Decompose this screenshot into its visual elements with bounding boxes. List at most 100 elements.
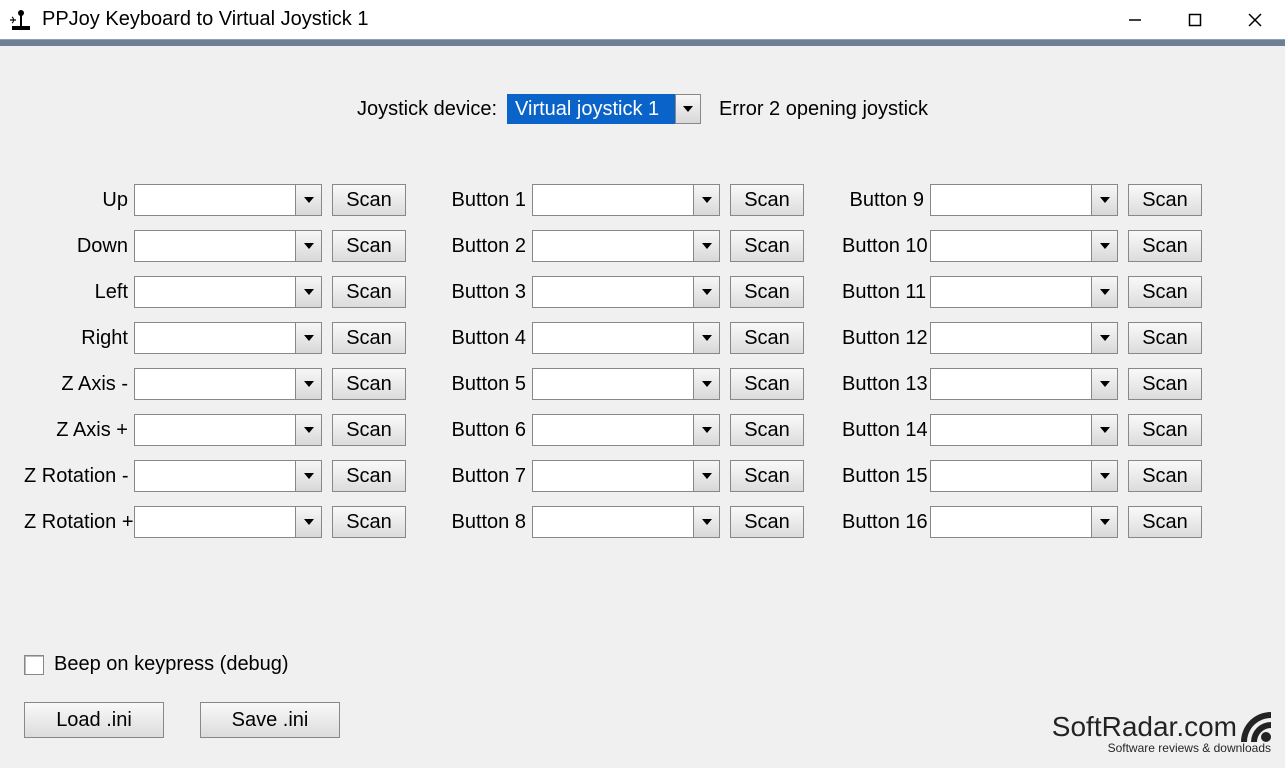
scan-button-button-13[interactable]: Scan — [1128, 368, 1202, 400]
mapping-select-value — [135, 415, 295, 445]
mapping-select-button-2[interactable] — [532, 230, 720, 262]
mapping-select-down[interactable] — [134, 230, 322, 262]
mapping-row-button-8: Button 8Scan — [444, 506, 804, 538]
mapping-row-button-11: Button 11Scan — [842, 276, 1202, 308]
chevron-down-icon[interactable] — [1091, 415, 1117, 445]
minimize-button[interactable] — [1105, 0, 1165, 39]
mapping-select-z-axis[interactable] — [134, 414, 322, 446]
mapping-select-z-axis[interactable] — [134, 368, 322, 400]
beep-checkbox-row[interactable]: Beep on keypress (debug) — [24, 653, 340, 676]
mapping-row-button-10: Button 10Scan — [842, 230, 1202, 262]
chevron-down-icon[interactable] — [693, 323, 719, 353]
chevron-down-icon[interactable] — [295, 277, 321, 307]
mapping-select-button-7[interactable] — [532, 460, 720, 492]
scan-button-button-6[interactable]: Scan — [730, 414, 804, 446]
scan-button-button-9[interactable]: Scan — [1128, 184, 1202, 216]
chevron-down-icon[interactable] — [675, 94, 701, 124]
chevron-down-icon[interactable] — [1091, 369, 1117, 399]
mapping-row-button-5: Button 5Scan — [444, 368, 804, 400]
mapping-select-button-9[interactable] — [930, 184, 1118, 216]
scan-button-left[interactable]: Scan — [332, 276, 406, 308]
chevron-down-icon[interactable] — [693, 415, 719, 445]
chevron-down-icon[interactable] — [1091, 277, 1117, 307]
mapping-select-z-rotation[interactable] — [134, 460, 322, 492]
mapping-label: Z Axis - — [24, 373, 134, 396]
chevron-down-icon[interactable] — [693, 461, 719, 491]
mapping-label: Button 15 — [842, 465, 930, 488]
mapping-select-button-14[interactable] — [930, 414, 1118, 446]
mapping-select-button-1[interactable] — [532, 184, 720, 216]
mapping-select-left[interactable] — [134, 276, 322, 308]
chevron-down-icon[interactable] — [295, 323, 321, 353]
mapping-select-button-5[interactable] — [532, 368, 720, 400]
chevron-down-icon[interactable] — [1091, 507, 1117, 537]
mapping-select-button-3[interactable] — [532, 276, 720, 308]
scan-button-button-3[interactable]: Scan — [730, 276, 804, 308]
chevron-down-icon[interactable] — [295, 415, 321, 445]
mapping-select-up[interactable] — [134, 184, 322, 216]
close-button[interactable] — [1225, 0, 1285, 39]
mapping-select-button-15[interactable] — [930, 460, 1118, 492]
mapping-select-button-6[interactable] — [532, 414, 720, 446]
load-ini-button[interactable]: Load .ini — [24, 702, 164, 738]
chevron-down-icon[interactable] — [693, 185, 719, 215]
mapping-select-z-rotation[interactable] — [134, 506, 322, 538]
device-select[interactable]: Virtual joystick 1 — [507, 94, 701, 124]
titlebar-divider — [0, 40, 1285, 46]
chevron-down-icon[interactable] — [693, 231, 719, 261]
scan-button-up[interactable]: Scan — [332, 184, 406, 216]
mapping-label: Button 6 — [444, 419, 532, 442]
mapping-column-buttons-b: Button 9ScanButton 10ScanButton 11ScanBu… — [842, 184, 1202, 538]
scan-button-button-5[interactable]: Scan — [730, 368, 804, 400]
scan-button-button-1[interactable]: Scan — [730, 184, 804, 216]
chevron-down-icon[interactable] — [295, 185, 321, 215]
mapping-select-right[interactable] — [134, 322, 322, 354]
mapping-select-button-16[interactable] — [930, 506, 1118, 538]
scan-button-button-4[interactable]: Scan — [730, 322, 804, 354]
scan-button-button-16[interactable]: Scan — [1128, 506, 1202, 538]
chevron-down-icon[interactable] — [693, 277, 719, 307]
chevron-down-icon[interactable] — [295, 461, 321, 491]
scan-button-button-11[interactable]: Scan — [1128, 276, 1202, 308]
scan-button-z-axis[interactable]: Scan — [332, 368, 406, 400]
scan-button-button-10[interactable]: Scan — [1128, 230, 1202, 262]
mapping-select-button-12[interactable] — [930, 322, 1118, 354]
mapping-select-button-11[interactable] — [930, 276, 1118, 308]
chevron-down-icon[interactable] — [1091, 185, 1117, 215]
mapping-select-button-8[interactable] — [532, 506, 720, 538]
mapping-select-value — [931, 323, 1091, 353]
watermark: SoftRadar.com Software reviews & downloa… — [1052, 712, 1271, 754]
save-ini-button[interactable]: Save .ini — [200, 702, 340, 738]
mapping-select-value — [533, 461, 693, 491]
scan-button-right[interactable]: Scan — [332, 322, 406, 354]
chevron-down-icon[interactable] — [1091, 461, 1117, 491]
chevron-down-icon[interactable] — [1091, 231, 1117, 261]
scan-button-button-12[interactable]: Scan — [1128, 322, 1202, 354]
chevron-down-icon[interactable] — [693, 507, 719, 537]
mapping-select-button-13[interactable] — [930, 368, 1118, 400]
chevron-down-icon[interactable] — [1091, 323, 1117, 353]
mapping-row-button-16: Button 16Scan — [842, 506, 1202, 538]
mapping-select-value — [135, 323, 295, 353]
scan-button-button-14[interactable]: Scan — [1128, 414, 1202, 446]
mapping-select-button-4[interactable] — [532, 322, 720, 354]
chevron-down-icon[interactable] — [295, 369, 321, 399]
mapping-select-value — [135, 185, 295, 215]
chevron-down-icon[interactable] — [295, 507, 321, 537]
mapping-column-axes: UpScanDownScanLeftScanRightScanZ Axis -S… — [24, 184, 406, 538]
scan-button-button-8[interactable]: Scan — [730, 506, 804, 538]
maximize-button[interactable] — [1165, 0, 1225, 39]
scan-button-z-axis[interactable]: Scan — [332, 414, 406, 446]
beep-checkbox[interactable] — [24, 655, 44, 675]
chevron-down-icon[interactable] — [693, 369, 719, 399]
titlebar: PPJoy Keyboard to Virtual Joystick 1 — [0, 0, 1285, 40]
chevron-down-icon[interactable] — [295, 231, 321, 261]
scan-button-z-rotation[interactable]: Scan — [332, 460, 406, 492]
scan-button-button-15[interactable]: Scan — [1128, 460, 1202, 492]
scan-button-down[interactable]: Scan — [332, 230, 406, 262]
scan-button-button-2[interactable]: Scan — [730, 230, 804, 262]
window-title: PPJoy Keyboard to Virtual Joystick 1 — [42, 8, 1105, 31]
mapping-select-button-10[interactable] — [930, 230, 1118, 262]
scan-button-button-7[interactable]: Scan — [730, 460, 804, 492]
scan-button-z-rotation[interactable]: Scan — [332, 506, 406, 538]
